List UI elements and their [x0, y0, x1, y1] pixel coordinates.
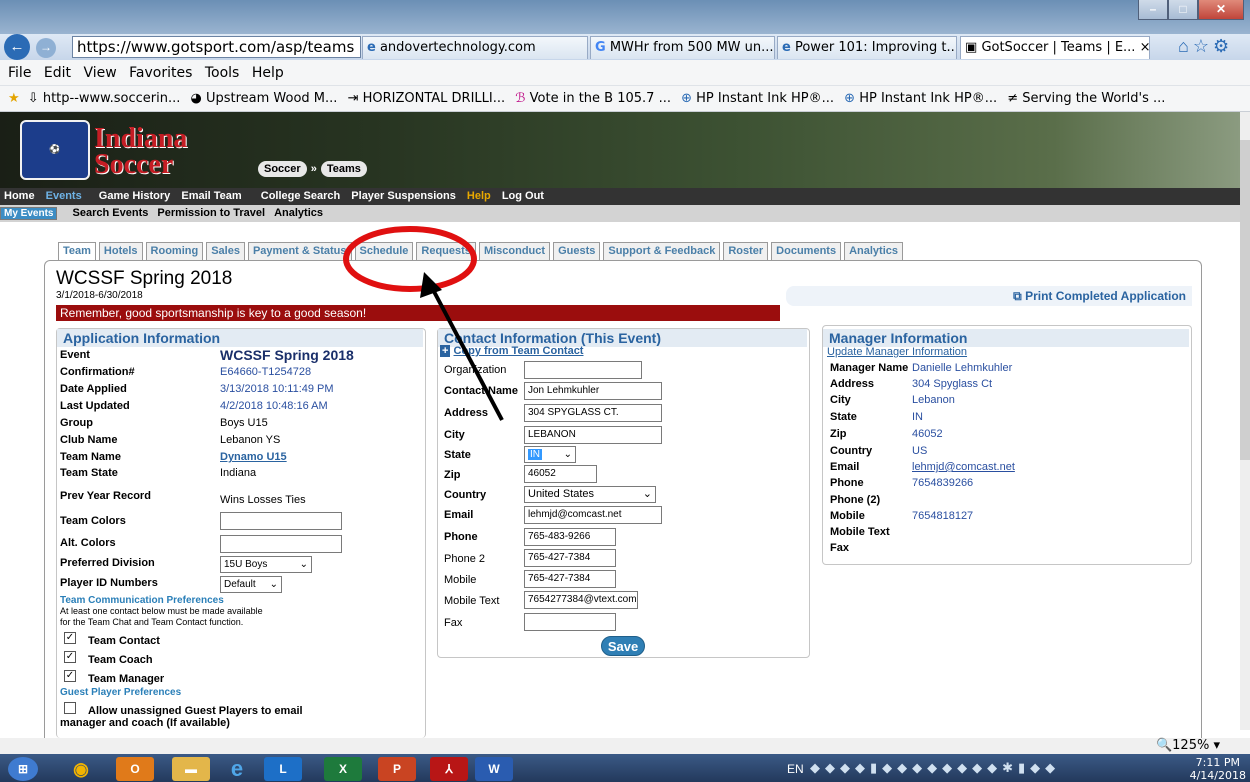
zoom-icon: 🔍: [1155, 738, 1173, 753]
scrollbar-thumb[interactable]: [1240, 140, 1250, 460]
zoom-level[interactable]: 125%: [1172, 738, 1209, 753]
highlight-circle: [343, 226, 477, 292]
powerpoint-taskbar-icon[interactable]: P: [378, 757, 416, 781]
folder-taskbar-icon[interactable]: ▬: [172, 757, 210, 781]
start-button[interactable]: ⊞: [8, 757, 38, 781]
annotation-overlay: [343, 226, 504, 421]
pointer-arrow: [428, 283, 504, 421]
word-taskbar-icon[interactable]: W: [475, 757, 513, 781]
chevron-down-icon[interactable]: ▾: [1213, 738, 1220, 753]
system-tray-icons[interactable]: ◆◆◆◆▮◆◆◆◆◆◆◆◆✱▮◆◆: [810, 760, 1060, 776]
clock-date: 4/14/2018: [1189, 769, 1246, 782]
lync-taskbar-icon[interactable]: L: [264, 757, 302, 781]
ie-taskbar-icon[interactable]: e: [218, 757, 256, 781]
taskbar-clock[interactable]: 7:11 PM 4/14/2018: [1190, 756, 1246, 782]
excel-taskbar-icon[interactable]: X: [324, 757, 362, 781]
acrobat-taskbar-icon[interactable]: ⅄: [430, 757, 468, 781]
language-indicator[interactable]: EN: [787, 762, 804, 776]
status-bar: 🔍125% ▾: [0, 738, 1250, 754]
clock-time: 7:11 PM: [1195, 756, 1240, 769]
outlook-taskbar-icon[interactable]: O: [116, 757, 154, 781]
chrome-taskbar-icon[interactable]: ◉: [62, 757, 100, 781]
